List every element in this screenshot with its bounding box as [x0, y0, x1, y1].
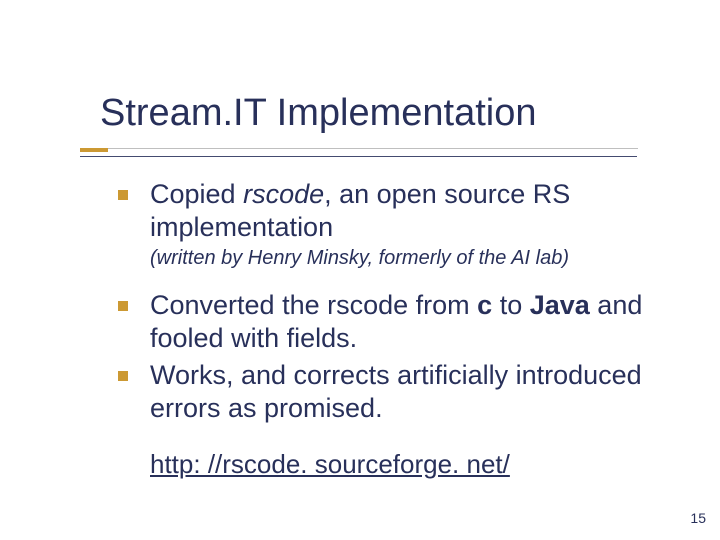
title-accent-bar: [80, 148, 108, 152]
bullet-icon: [118, 371, 128, 381]
title-underline-dark: [80, 156, 637, 157]
list-item: Works, and corrects artificially introdu…: [118, 359, 674, 425]
source-link[interactable]: http: //rscode. sourceforge. net/: [150, 449, 510, 479]
slide: Stream.IT Implementation Copied rscode, …: [0, 0, 720, 540]
list-item: Copied rscode, an open source RS impleme…: [118, 178, 674, 271]
text-run: Copied: [150, 179, 243, 209]
slide-body: Copied rscode, an open source RS impleme…: [118, 178, 674, 480]
title-underline-grey: [108, 148, 638, 149]
bullet-text: Copied rscode, an open source RS impleme…: [150, 178, 674, 244]
text-run-bold: c: [477, 290, 492, 320]
bullet-subtext: (written by Henry Minsky, formerly of th…: [150, 246, 674, 271]
page-number: 15: [690, 510, 706, 526]
text-run-bold: Java: [530, 290, 590, 320]
bullet-text: Works, and corrects artificially introdu…: [150, 359, 674, 425]
slide-title: Stream.IT Implementation: [100, 92, 536, 134]
bullet-icon: [118, 301, 128, 311]
link-row: http: //rscode. sourceforge. net/: [150, 449, 674, 480]
text-run: to: [492, 290, 530, 320]
list-item: Converted the rscode from c to Java and …: [118, 289, 674, 355]
text-run-italic: rscode: [243, 179, 324, 209]
bullet-icon: [118, 190, 128, 200]
bullet-text: Converted the rscode from c to Java and …: [150, 289, 674, 355]
slide-title-wrap: Stream.IT Implementation: [100, 92, 536, 135]
text-run: Converted the rscode from: [150, 290, 477, 320]
